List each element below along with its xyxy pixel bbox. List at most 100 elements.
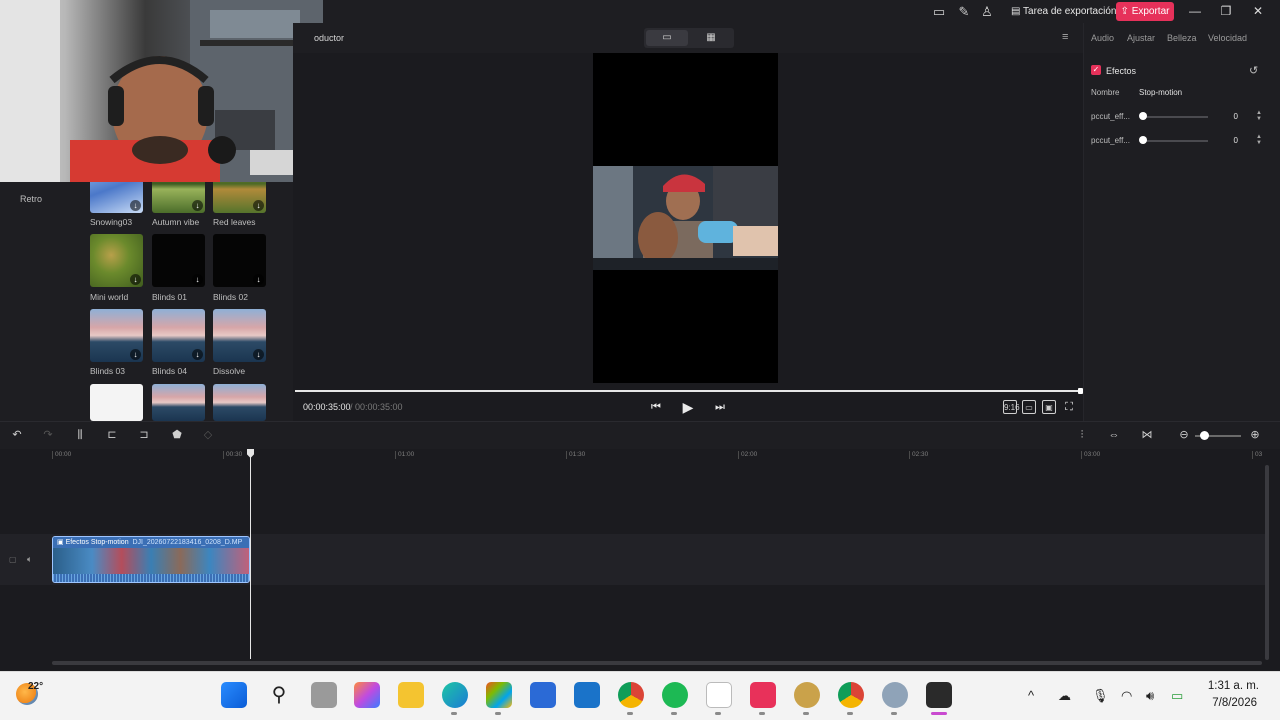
effect-thumb[interactable]	[213, 384, 266, 421]
category-retro[interactable]: Retro	[20, 194, 42, 204]
trim-right-icon[interactable]: ⊐	[137, 428, 151, 442]
effect-label: Blinds 03	[90, 366, 125, 376]
clock-date[interactable]: 7/8/2026	[1201, 697, 1257, 709]
tab-audio[interactable]: Audio	[1091, 33, 1114, 43]
param-slider-handle[interactable]	[1139, 136, 1147, 144]
export-button[interactable]: ⇪ Exportar	[1116, 2, 1174, 21]
windows-start-icon[interactable]	[221, 682, 247, 708]
tiktok-icon[interactable]	[750, 682, 776, 708]
clip-waveform	[53, 574, 249, 582]
account-icon[interactable]: ♙	[978, 3, 996, 21]
chrome-icon[interactable]	[618, 682, 644, 708]
store-icon[interactable]	[486, 682, 512, 708]
playhead[interactable]	[250, 449, 251, 659]
settings-icon[interactable]	[882, 682, 908, 708]
word-icon[interactable]	[530, 682, 556, 708]
close-icon[interactable]: ✕	[1246, 2, 1270, 21]
zoom-out-icon[interactable]: ⊖	[1177, 428, 1191, 442]
audio-wave-icon[interactable]: ⫶	[1075, 428, 1089, 442]
track-mute-icon[interactable]: 🔈︎	[27, 554, 32, 565]
timeline-vertical-scrollbar[interactable]	[1265, 465, 1269, 660]
fullscreen-icon[interactable]: ⛶	[1061, 399, 1077, 415]
tab-belleza[interactable]: Belleza	[1167, 33, 1197, 43]
grid-view-icon[interactable]: ▦	[690, 30, 732, 46]
app-running-indicator	[891, 712, 897, 715]
snapshot-icon[interactable]: ▣	[1042, 400, 1056, 414]
copilot-icon[interactable]	[354, 682, 380, 708]
effect-thumb-blinds-01[interactable]: ↓	[152, 234, 205, 287]
param-slider-track[interactable]	[1142, 116, 1208, 118]
dji-icon[interactable]	[926, 682, 952, 708]
zoom-slider-handle[interactable]	[1200, 431, 1209, 440]
battery-icon[interactable]: ▭	[1171, 688, 1183, 704]
snap-icon[interactable]: ⋈	[1140, 428, 1154, 442]
track-lock-icon[interactable]: ▢	[9, 555, 17, 564]
outlook-icon[interactable]	[574, 682, 600, 708]
effect-thumb-dissolve[interactable]: ↓	[213, 309, 266, 362]
effect-thumb[interactable]	[90, 384, 143, 421]
undo-icon[interactable]: ↶	[10, 428, 24, 442]
timeline-horizontal-scrollbar[interactable]	[52, 661, 1262, 665]
task-view-icon[interactable]	[311, 682, 337, 708]
wifi-icon[interactable]: ◠	[1121, 688, 1132, 704]
single-view-icon[interactable]: ▭	[646, 30, 688, 46]
player-menu-icon[interactable]: ≡	[1062, 31, 1068, 43]
chrome-profile-icon[interactable]	[838, 682, 864, 708]
param-value[interactable]: 0	[1208, 112, 1238, 121]
zoom-in-icon[interactable]: ⊕	[1248, 428, 1262, 442]
tab-ajustar[interactable]: Ajustar	[1127, 33, 1155, 43]
effect-thumb-blinds-03[interactable]: ↓	[90, 309, 143, 362]
effect-thumb-blinds-04[interactable]: ↓	[152, 309, 205, 362]
layout-icon[interactable]: ▭	[930, 3, 948, 21]
search-icon[interactable]: ⚲	[266, 682, 292, 708]
download-icon[interactable]: ↓	[130, 349, 141, 360]
skip-back-icon[interactable]: ⏮	[648, 399, 664, 415]
notepad-icon[interactable]	[706, 682, 732, 708]
clock-time[interactable]: 1:31 a. m.	[1207, 680, 1259, 692]
minimize-icon[interactable]: —	[1183, 2, 1207, 21]
export-task-button[interactable]: ▤ Tarea de exportación	[1005, 2, 1122, 21]
microphone-icon[interactable]: 🎙︎	[1092, 688, 1109, 704]
play-icon[interactable]: ▶	[680, 399, 696, 415]
spotify-icon[interactable]	[662, 682, 688, 708]
effect-thumb[interactable]	[152, 384, 205, 421]
feedback-icon[interactable]: ✎	[955, 3, 973, 21]
effects-checkbox[interactable]: ✓	[1091, 65, 1101, 75]
download-icon[interactable]: ↓	[253, 349, 264, 360]
restore-icon[interactable]: ❐	[1214, 2, 1238, 21]
split-icon[interactable]: ⫼	[73, 428, 87, 442]
effect-thumb-mini-world[interactable]: ↓	[90, 234, 143, 287]
aspect-ratio-button[interactable]: 9:16	[1003, 400, 1020, 414]
download-icon[interactable]: ↓	[192, 349, 203, 360]
download-icon[interactable]: ↓	[192, 274, 203, 285]
onedrive-icon[interactable]: ☁	[1058, 688, 1071, 704]
param-value[interactable]: 0	[1208, 136, 1238, 145]
progress-bar[interactable]	[295, 390, 1081, 392]
marker-icon[interactable]: ⬟	[170, 428, 184, 442]
param-stepper-icon[interactable]: ▲ ▼	[1256, 110, 1262, 122]
game-icon[interactable]	[794, 682, 820, 708]
skip-forward-icon[interactable]: ⏭	[712, 399, 728, 415]
app-running-indicator	[803, 712, 809, 715]
download-icon[interactable]: ↓	[192, 200, 203, 211]
quality-icon[interactable]: ▭	[1022, 400, 1036, 414]
param-stepper-icon[interactable]: ▲ ▼	[1256, 134, 1262, 146]
param-slider-handle[interactable]	[1139, 112, 1147, 120]
link-icon[interactable]: ⇔	[1107, 428, 1121, 442]
download-icon[interactable]: ↓	[253, 274, 264, 285]
download-icon[interactable]: ↓	[130, 200, 141, 211]
download-icon[interactable]: ↓	[253, 200, 264, 211]
trim-left-icon[interactable]: ⊏	[105, 428, 119, 442]
tab-velocidad[interactable]: Velocidad	[1208, 33, 1247, 43]
file-explorer-icon[interactable]	[398, 682, 424, 708]
download-icon[interactable]: ↓	[130, 274, 141, 285]
tray-chevron-icon[interactable]: ^	[1028, 688, 1034, 703]
volume-icon[interactable]: 🔊︎	[1146, 688, 1154, 704]
timeline-clip[interactable]: ▣ Efectos Stop-motion DJI_20260722183416…	[52, 536, 250, 583]
reset-icon[interactable]: ↺	[1249, 64, 1258, 77]
effect-thumb-blinds-02[interactable]: ↓	[213, 234, 266, 287]
edge-icon[interactable]	[442, 682, 468, 708]
param-slider-track[interactable]	[1142, 140, 1208, 142]
ruler-tick	[395, 451, 396, 459]
export-label: Exportar	[1131, 6, 1170, 17]
